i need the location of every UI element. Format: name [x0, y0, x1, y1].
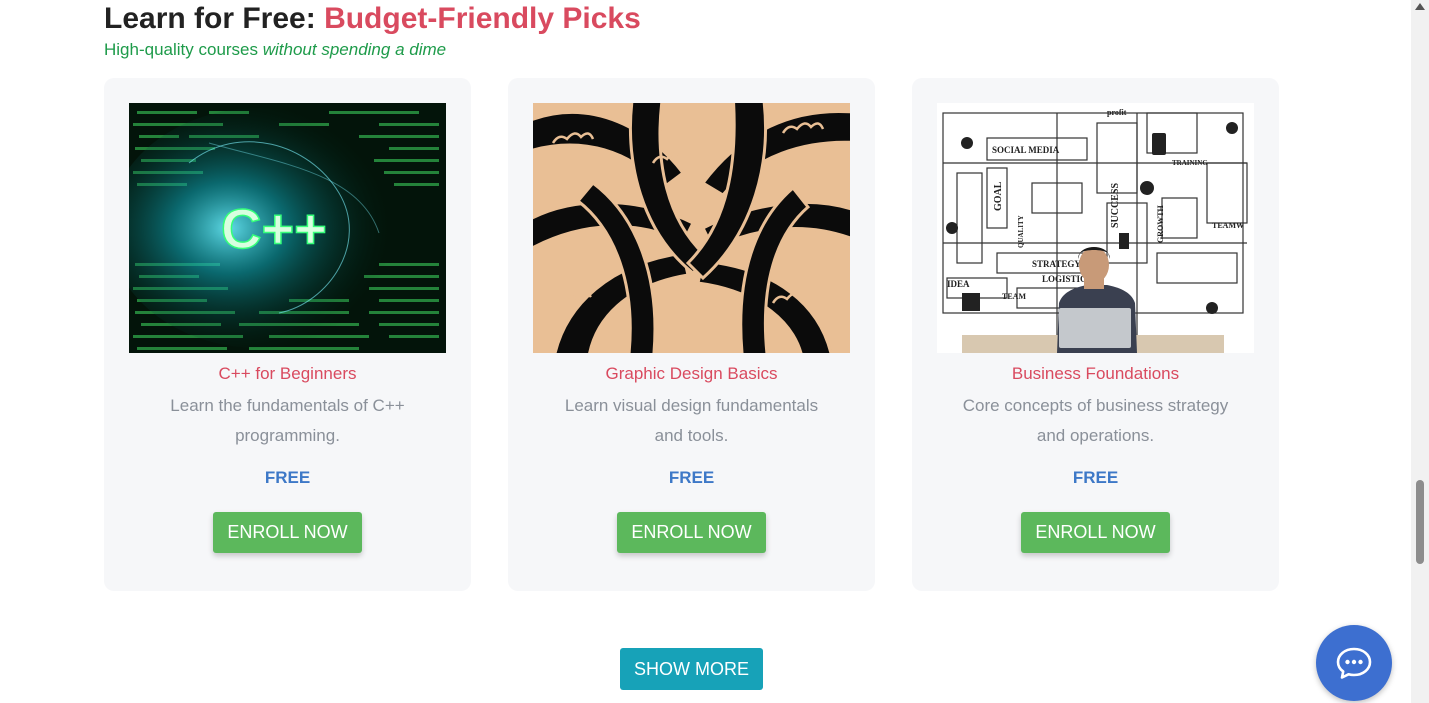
- chat-button[interactable]: [1316, 625, 1392, 701]
- biz-text-training: TRAINING: [1172, 159, 1208, 167]
- course-card-graphic-design: Graphic Design Basics Learn visual desig…: [508, 78, 875, 591]
- course-description: Learn visual design fundamentals and too…: [564, 396, 819, 445]
- biz-text-team: TEAM: [1002, 292, 1026, 301]
- course-description: Learn the fundamentals of C++ programmin…: [170, 396, 405, 445]
- course-card-business: SOCIAL MEDIA profit TRAINING TEAMW STRAT…: [912, 78, 1279, 591]
- course-image-graphic-design: [533, 103, 850, 353]
- cpp-image-text: C++: [221, 197, 327, 260]
- course-price: FREE: [264, 468, 311, 487]
- course-card-cpp: C++ C++ for Beginners Learn the fundamen…: [104, 78, 471, 591]
- section-title-prefix: Learn for Free:: [104, 2, 316, 35]
- vertical-scrollbar[interactable]: [1411, 0, 1429, 703]
- biz-text-teamwork: TEAMW: [1212, 221, 1244, 230]
- course-price: FREE: [668, 468, 715, 487]
- chat-bubble-icon: [1336, 647, 1372, 679]
- biz-text-quality: QUALITY: [1017, 215, 1025, 248]
- course-price: FREE: [1072, 468, 1119, 487]
- biz-text-idea: IDEA: [947, 279, 970, 289]
- section-title-accent: Budget-Friendly Picks: [324, 2, 641, 35]
- page: Learn for Free: Budget-Friendly Picks Hi…: [0, 0, 1429, 703]
- section-title: Learn for Free: Budget-Friendly Picks: [104, 0, 641, 38]
- biz-text-goal: GOAL: [993, 181, 1004, 211]
- section-subtitle: High-quality courses without spending a …: [104, 40, 446, 60]
- biz-text-strategy: STRATEGY: [1032, 259, 1081, 269]
- biz-text-profit: profit: [1107, 108, 1127, 117]
- enroll-button[interactable]: ENROLL NOW: [617, 512, 766, 553]
- course-title[interactable]: Business Foundations: [912, 363, 1279, 385]
- scrollbar-thumb[interactable]: [1416, 480, 1424, 564]
- course-title[interactable]: Graphic Design Basics: [508, 363, 875, 385]
- biz-text-social: SOCIAL MEDIA: [992, 145, 1060, 155]
- subtitle-italic: without spending a dime: [262, 40, 447, 59]
- scroll-up-arrow-icon[interactable]: [1415, 3, 1425, 10]
- biz-text-success: SUCCESS: [1110, 183, 1121, 228]
- course-description: Core concepts of business strategy and o…: [962, 396, 1229, 445]
- biz-text-growth: GROWTH: [1156, 204, 1165, 243]
- subtitle-plain: High-quality courses: [104, 40, 259, 59]
- enroll-button[interactable]: ENROLL NOW: [1021, 512, 1170, 553]
- course-image-cpp: C++: [129, 103, 446, 353]
- show-more-button[interactable]: SHOW MORE: [620, 648, 763, 690]
- course-image-business: SOCIAL MEDIA profit TRAINING TEAMW STRAT…: [937, 103, 1254, 353]
- course-title[interactable]: C++ for Beginners: [104, 363, 471, 385]
- enroll-button[interactable]: ENROLL NOW: [213, 512, 362, 553]
